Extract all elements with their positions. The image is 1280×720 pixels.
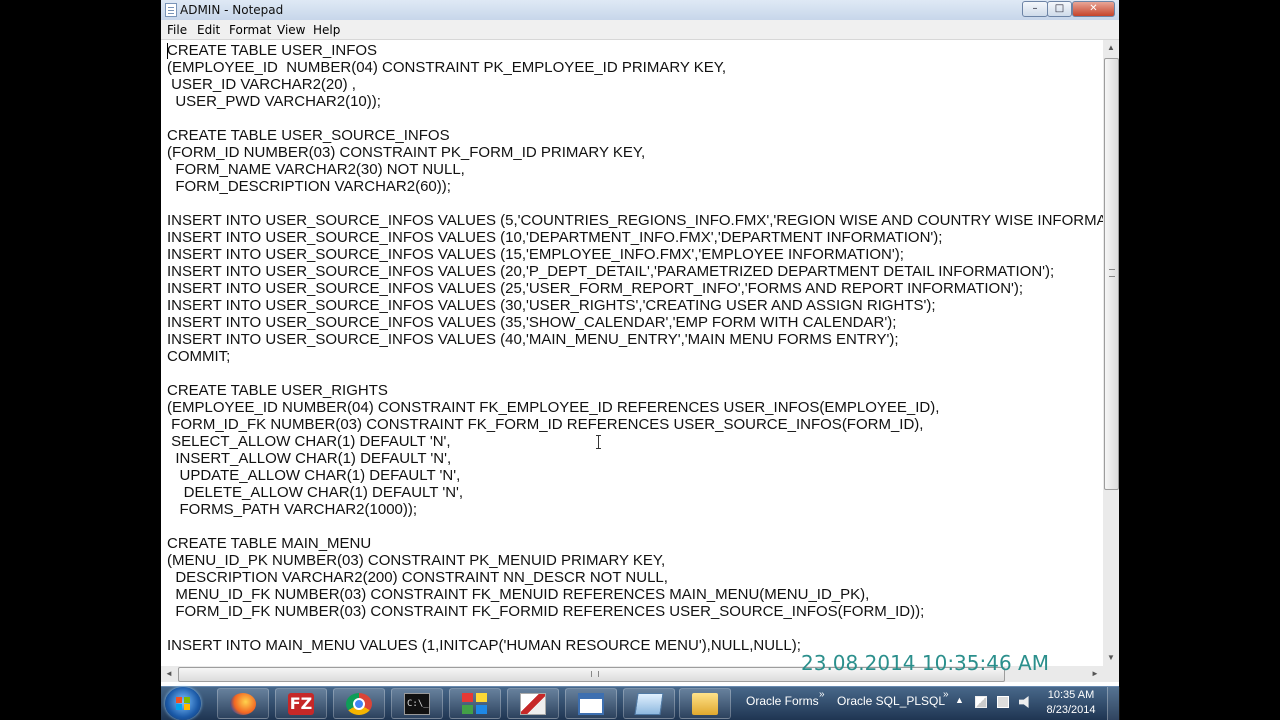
menu-bar: File Edit Format View Help [161,20,1119,40]
cmd-icon: C:\_ [404,693,430,715]
scroll-right-arrow-icon[interactable]: ► [1087,666,1103,682]
filezilla-icon: FZ [288,693,314,715]
text-editor[interactable]: CREATE TABLE USER_INFOS (EMPLOYEE_ID NUM… [161,40,1103,666]
show-hidden-icons-icon[interactable]: ▲ [955,695,964,705]
taskbar: FZ C:\_ Oracle Forms » Oracle SQL_PLSQL … [161,686,1120,720]
close-button[interactable]: ✕ [1072,1,1115,17]
clock-date[interactable]: 8/23/2014 [1041,704,1101,716]
show-desktop-button[interactable] [1107,687,1120,720]
taskbar-filezilla-button[interactable]: FZ [275,688,327,719]
taskbar-chrome-button[interactable] [333,688,385,719]
notepad-app-icon [165,3,177,17]
toolbar-oracle-forms[interactable]: Oracle Forms [746,694,819,708]
scroll-up-arrow-icon[interactable]: ▲ [1103,40,1119,56]
firefox-icon [230,693,256,715]
scrollbar-corner [1103,666,1119,682]
chevron-right-icon[interactable]: » [943,689,949,700]
minimize-button[interactable]: – [1022,1,1048,17]
oracle-forms-icon [520,693,546,715]
text-caret [167,43,168,59]
ibeam-cursor-icon [596,435,602,449]
maximize-button[interactable]: □ [1047,1,1072,17]
notepad-window: ADMIN - Notepad – □ ✕ File Edit Format V… [161,0,1119,686]
menu-format[interactable]: Format [229,23,271,37]
menu-edit[interactable]: Edit [197,23,220,37]
network-icon[interactable] [997,696,1009,708]
chrome-icon [346,693,372,715]
menu-file[interactable]: File [167,23,187,37]
volume-icon[interactable] [1019,696,1029,708]
taskbar-cmd-button[interactable]: C:\_ [391,688,443,719]
window-title: ADMIN - Notepad [180,3,284,17]
title-bar[interactable]: ADMIN - Notepad – □ ✕ [161,0,1119,20]
vertical-scroll-thumb[interactable] [1104,58,1119,490]
chevron-right-icon[interactable]: » [819,689,825,700]
taskbar-oracle-button[interactable] [507,688,559,719]
taskbar-explorer-button[interactable] [679,688,731,719]
toolbar-oracle-sql-plsql[interactable]: Oracle SQL_PLSQL [837,694,945,708]
action-center-flag-icon[interactable] [975,696,987,708]
taskbar-notepad-button[interactable] [623,688,675,719]
start-orb-icon[interactable] [165,687,201,720]
scroll-left-arrow-icon[interactable]: ◄ [161,666,177,682]
menu-help[interactable]: Help [313,23,340,37]
folder-icon [692,693,718,715]
window-icon [578,693,604,715]
grip-icon [591,671,599,677]
scroll-down-arrow-icon[interactable]: ▼ [1103,650,1119,666]
taskbar-apps-button[interactable] [449,688,501,719]
grip-icon [1109,269,1115,277]
taskbar-window-button[interactable] [565,688,617,719]
vertical-scrollbar[interactable]: ▲ ▼ [1103,40,1119,666]
taskbar-firefox-button[interactable] [217,688,269,719]
menu-view[interactable]: View [277,23,305,37]
editor-content[interactable]: CREATE TABLE USER_INFOS (EMPLOYEE_ID NUM… [167,42,1103,654]
apps-icon [462,693,488,715]
video-datestamp: 23.08.2014 10:35:46 AM [801,651,1049,675]
clock-time[interactable]: 10:35 AM [1041,689,1101,701]
notepad-icon [634,693,664,715]
